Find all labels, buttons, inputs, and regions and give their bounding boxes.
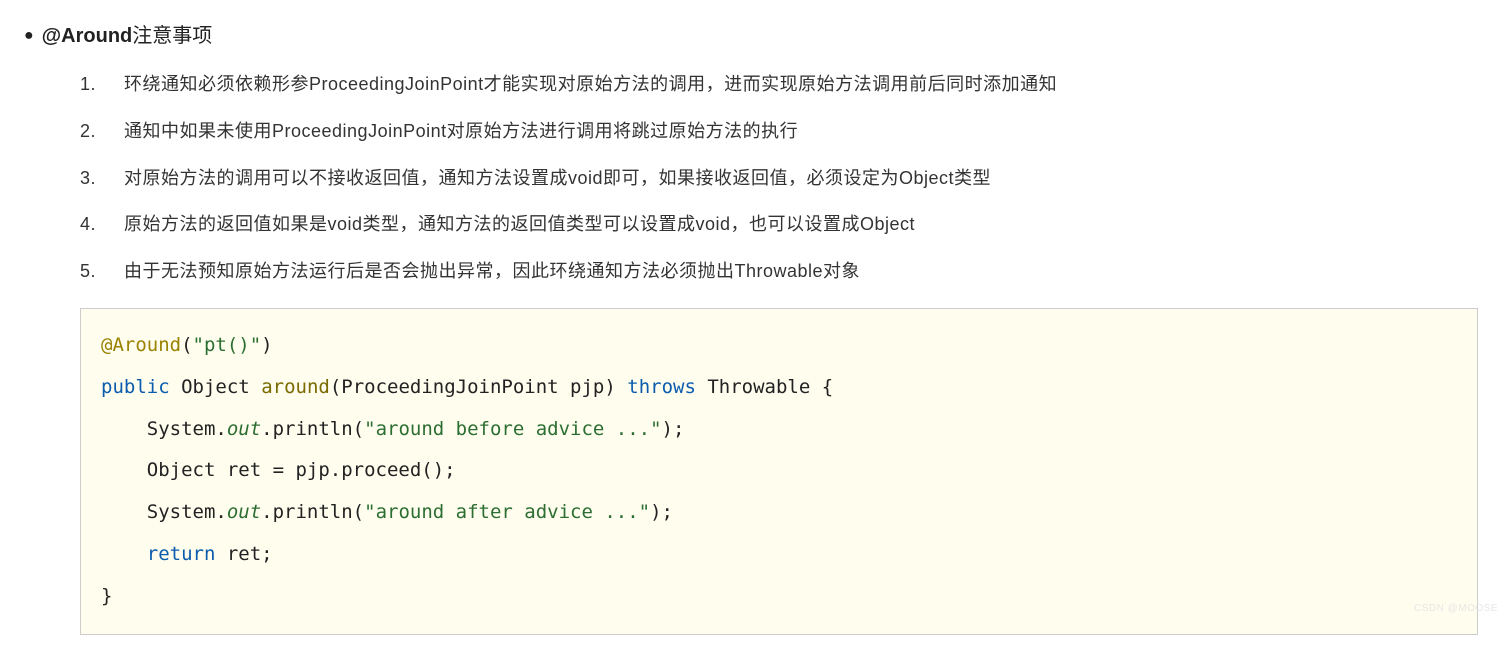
code-string: "pt()"	[193, 334, 262, 356]
code-indent	[101, 459, 147, 481]
list-item: 对原始方法的调用可以不接收返回值，通知方法设置成void即可，如果接收返回值，必…	[80, 164, 1478, 193]
code-text: }	[101, 585, 112, 607]
list-item: 通知中如果未使用ProceedingJoinPoint对原始方法进行调用将跳过原…	[80, 117, 1478, 146]
code-text: .println(	[261, 418, 364, 440]
code-text: Object ret = pjp.proceed();	[147, 459, 456, 481]
code-text: );	[650, 501, 673, 523]
heading-rest: 注意事项	[132, 25, 212, 47]
code-string: "around before advice ..."	[364, 418, 661, 440]
code-text: )	[261, 334, 272, 356]
code-string: "around after advice ..."	[364, 501, 650, 523]
code-method: around	[261, 376, 330, 398]
code-block: @Around("pt()") public Object around(Pro…	[80, 308, 1478, 635]
code-field: out	[227, 418, 261, 440]
code-keyword: public	[101, 376, 170, 398]
list-item: 原始方法的返回值如果是void类型，通知方法的返回值类型可以设置成void，也可…	[80, 210, 1478, 239]
code-text: ret;	[215, 543, 272, 565]
code-field: out	[227, 501, 261, 523]
code-indent	[101, 501, 147, 523]
code-indent	[101, 418, 147, 440]
code-text: );	[662, 418, 685, 440]
heading-bold: @Around	[42, 25, 133, 47]
code-text: System.	[147, 418, 227, 440]
code-text: .println(	[261, 501, 364, 523]
code-keyword: return	[147, 543, 216, 565]
code-text: Throwable {	[707, 376, 833, 398]
bullet-icon: ●	[24, 23, 34, 49]
code-keyword: throws	[627, 376, 696, 398]
heading-text: @Around注意事项	[42, 20, 213, 52]
code-text: (ProceedingJoinPoint pjp)	[330, 376, 616, 398]
list-item: 由于无法预知原始方法运行后是否会抛出异常，因此环绕通知方法必须抛出Throwab…	[80, 257, 1478, 286]
code-text: (	[181, 334, 192, 356]
notes-list: 环绕通知必须依赖形参ProceedingJoinPoint才能实现对原始方法的调…	[80, 70, 1478, 286]
code-annotation: @Around	[101, 334, 181, 356]
code-text: System.	[147, 501, 227, 523]
code-indent	[101, 543, 147, 565]
list-item: 环绕通知必须依赖形参ProceedingJoinPoint才能实现对原始方法的调…	[80, 70, 1478, 99]
code-text: Object	[181, 376, 250, 398]
watermark: CSDN @MOOSE	[1414, 601, 1498, 617]
section-heading: ● @Around注意事项	[24, 20, 1478, 52]
